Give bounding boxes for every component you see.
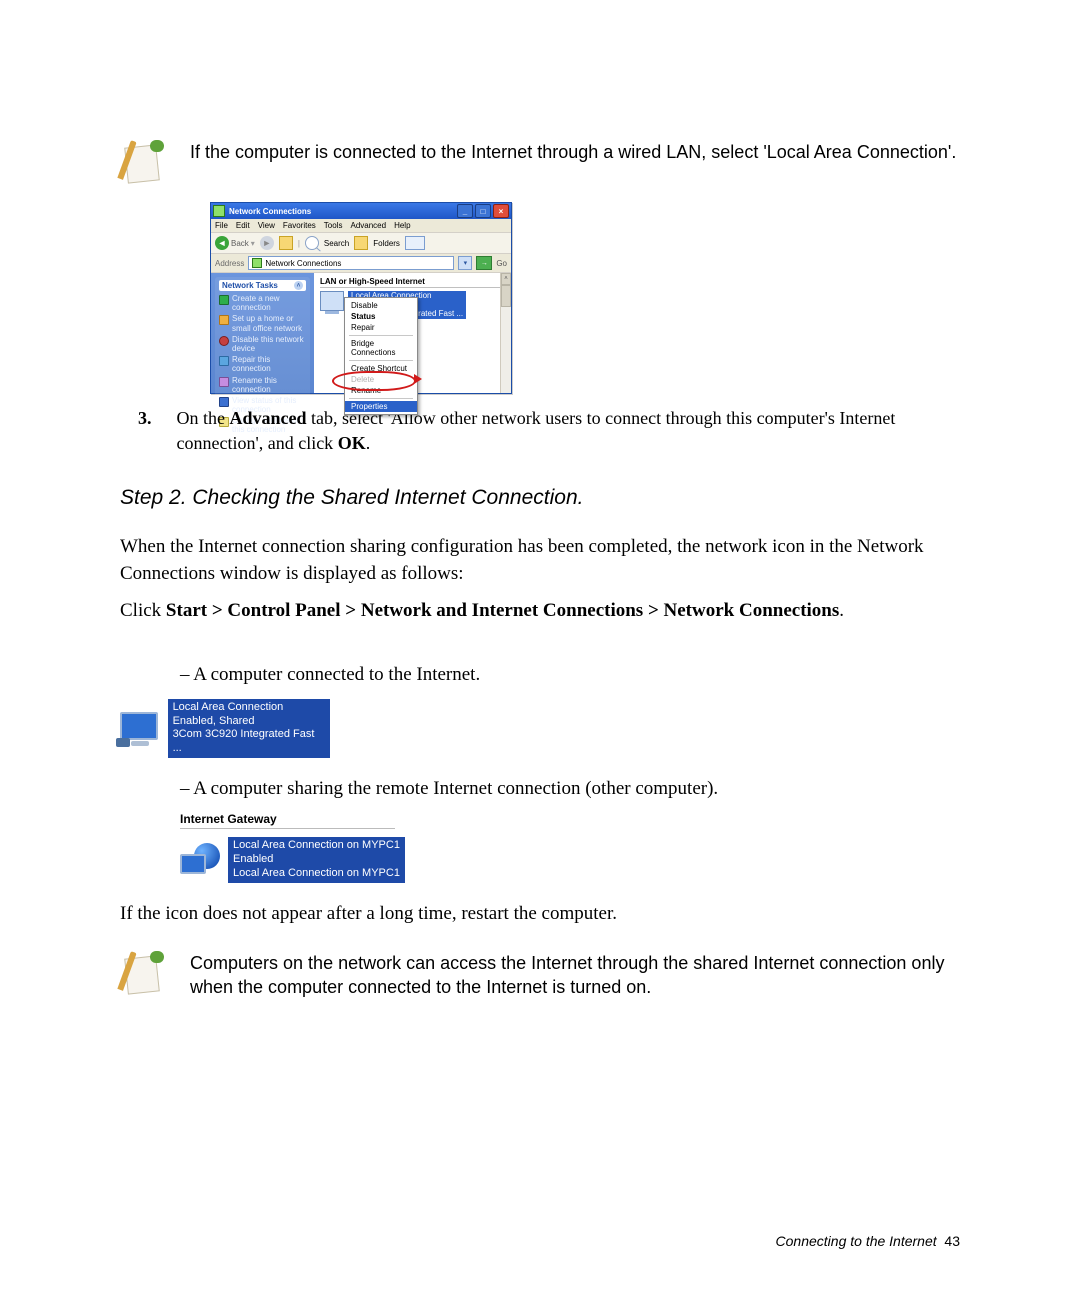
globe-monitor-icon [180, 843, 220, 877]
ctx-shortcut[interactable]: Create Shortcut [345, 363, 417, 374]
address-label: Address [215, 259, 244, 268]
menu-view[interactable]: View [258, 221, 275, 230]
folders-icon [354, 236, 368, 250]
menu-tools[interactable]: Tools [324, 221, 343, 230]
back-button[interactable]: ◄ Back ▾ [215, 236, 255, 250]
task-repair[interactable]: Repair this connection [219, 355, 306, 373]
scroll-thumb[interactable] [501, 285, 511, 307]
menu-edit[interactable]: Edit [236, 221, 250, 230]
window-titlebar: Network Connections _ □ × [211, 203, 511, 219]
task-rename[interactable]: Rename this connection [219, 376, 306, 394]
note-block-2: Computers on the network can access the … [120, 951, 960, 1000]
toolbar: ◄ Back ▾ ► | Search Folders [211, 233, 511, 254]
dropdown-icon: ▾ [251, 239, 255, 248]
address-field[interactable]: Network Connections [248, 256, 454, 270]
search-icon [305, 236, 319, 250]
ctx-disable[interactable]: Disable [345, 300, 417, 311]
address-bar: Address Network Connections ▾ → Go [211, 254, 511, 273]
main-content: ˄ LAN or High-Speed Internet Local Area … [314, 273, 511, 393]
group-header: LAN or High-Speed Internet [320, 277, 507, 288]
window-title: Network Connections [229, 207, 311, 216]
address-dropdown[interactable]: ▾ [458, 256, 472, 270]
note-text-1: If the computer is connected to the Inte… [190, 140, 960, 164]
connection-icon [320, 291, 344, 311]
annotation-arrow-icon [414, 374, 422, 384]
up-folder-button[interactable] [279, 236, 293, 250]
go-button-label[interactable]: Go [496, 259, 507, 268]
ctx-status[interactable]: Status [345, 311, 417, 322]
menu-favorites[interactable]: Favorites [283, 221, 316, 230]
menu-file[interactable]: File [215, 221, 228, 230]
paragraph-3: If the icon does not appear after a long… [120, 901, 960, 928]
window-maximize-button[interactable]: □ [475, 204, 491, 218]
window-body: Network Tasks ˄ Create a new connection … [211, 273, 511, 393]
step-number: 3. [138, 406, 159, 456]
note-text-2: Computers on the network can access the … [190, 951, 960, 1000]
menu-advanced[interactable]: Advanced [350, 221, 386, 230]
lan-tile-connected: Local Area Connection Enabled, Shared 3C… [120, 699, 330, 758]
note-block-1: If the computer is connected to the Inte… [120, 140, 960, 186]
menu-help[interactable]: Help [394, 221, 410, 230]
window-minimize-button[interactable]: _ [457, 204, 473, 218]
side-panel-title[interactable]: Network Tasks ˄ [219, 280, 306, 291]
step-text: On the Advanced tab, select 'Allow other… [177, 406, 961, 456]
lan-tile2-text: Local Area Connection on MYPC1 Enabled L… [228, 837, 405, 882]
chevron-up-icon: ˄ [294, 281, 303, 290]
search-button[interactable]: Search [324, 239, 349, 248]
ctx-rename[interactable]: Rename [345, 385, 417, 396]
gateway-header: Internet Gateway [180, 812, 395, 829]
ctx-properties[interactable]: Properties [345, 401, 417, 412]
side-panel: Network Tasks ˄ Create a new connection … [211, 273, 314, 393]
window-close-button[interactable]: × [493, 204, 509, 218]
go-button-icon[interactable]: → [476, 256, 492, 270]
bullet-1: – A computer connected to the Internet. [180, 662, 960, 689]
bullet-2: – A computer sharing the remote Internet… [180, 776, 960, 803]
back-label: Back [231, 239, 249, 248]
note-pencil-icon [120, 140, 166, 186]
folders-button[interactable]: Folders [373, 239, 400, 248]
task-create-new[interactable]: Create a new connection [219, 294, 306, 312]
document-page: If the computer is connected to the Inte… [0, 0, 1080, 1309]
address-icon [252, 258, 262, 268]
ctx-bridge[interactable]: Bridge Connections [345, 338, 417, 358]
address-value: Network Connections [265, 259, 341, 268]
page-footer: Connecting to the Internet 43 [776, 1233, 960, 1249]
ctx-delete: Delete [345, 374, 417, 385]
lan-monitor-icon [120, 712, 160, 744]
context-menu: Disable Status Repair Bridge Connections… [344, 297, 418, 415]
scroll-up-icon[interactable]: ˄ [501, 273, 511, 285]
menu-bar: File Edit View Favorites Tools Advanced … [211, 219, 511, 233]
numbered-step-3: 3. On the Advanced tab, select 'Allow ot… [138, 406, 960, 456]
window-app-icon [213, 205, 225, 217]
task-setup-home[interactable]: Set up a home or small office network [219, 314, 306, 332]
section-heading: Step 2. Checking the Shared Internet Con… [120, 486, 960, 510]
forward-button[interactable]: ► [260, 236, 274, 250]
back-icon: ◄ [215, 236, 229, 250]
paragraph-1: When the Internet connection sharing con… [120, 534, 960, 587]
note-pencil-icon [120, 951, 166, 997]
task-disable[interactable]: Disable this network device [219, 335, 306, 353]
ctx-repair[interactable]: Repair [345, 322, 417, 333]
scrollbar[interactable]: ˄ [500, 273, 511, 393]
lan-tile-text: Local Area Connection Enabled, Shared 3C… [168, 699, 330, 758]
views-button[interactable] [405, 236, 425, 250]
screenshot-network-connections: Network Connections _ □ × File Edit View… [210, 202, 512, 394]
paragraph-2: Click Start > Control Panel > Network an… [120, 598, 960, 625]
lan-tile-remote: Local Area Connection on MYPC1 Enabled L… [180, 837, 420, 882]
